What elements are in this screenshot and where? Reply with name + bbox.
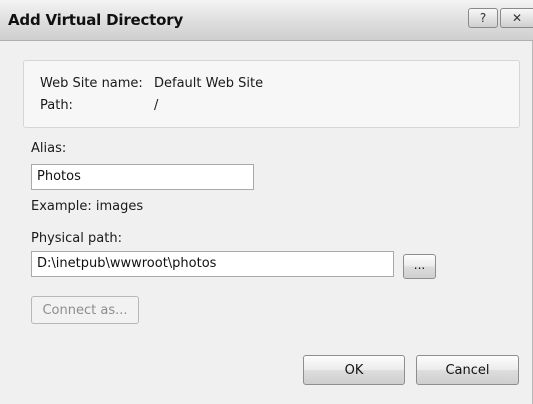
ok-label: OK xyxy=(344,362,364,378)
cancel-button[interactable]: Cancel xyxy=(416,355,519,385)
connect-as-label: Connect as... xyxy=(42,302,128,318)
site-info-panel: Web Site name: Default Web Site Path: / xyxy=(23,60,520,128)
title-bar[interactable]: Add Virtual Directory ? ✕ xyxy=(0,0,533,41)
dialog-title: Add Virtual Directory xyxy=(8,11,184,29)
add-virtual-directory-dialog: Add Virtual Directory ? ✕ Web Site name:… xyxy=(0,0,533,404)
browse-button[interactable]: ... xyxy=(403,254,436,279)
physical-path-label: Physical path: xyxy=(31,231,122,246)
path-label: Path: xyxy=(40,98,73,113)
site-name-label: Web Site name: xyxy=(40,76,143,91)
close-icon: ✕ xyxy=(511,11,523,25)
connect-as-button[interactable]: Connect as... xyxy=(31,296,139,324)
path-value: / xyxy=(154,98,159,113)
physical-path-input[interactable]: D:\inetpub\wwwroot\photos xyxy=(31,251,394,277)
alias-input[interactable]: Photos xyxy=(31,164,254,190)
cancel-label: Cancel xyxy=(445,362,490,378)
close-button[interactable]: ✕ xyxy=(500,8,533,28)
help-button[interactable]: ? xyxy=(468,8,498,28)
help-icon: ? xyxy=(479,11,487,25)
alias-example-text: Example: images xyxy=(31,199,144,214)
site-name-value: Default Web Site xyxy=(154,76,264,91)
ok-button[interactable]: OK xyxy=(303,355,405,385)
alias-label: Alias: xyxy=(31,141,67,156)
ellipsis-icon: ... xyxy=(413,257,426,272)
